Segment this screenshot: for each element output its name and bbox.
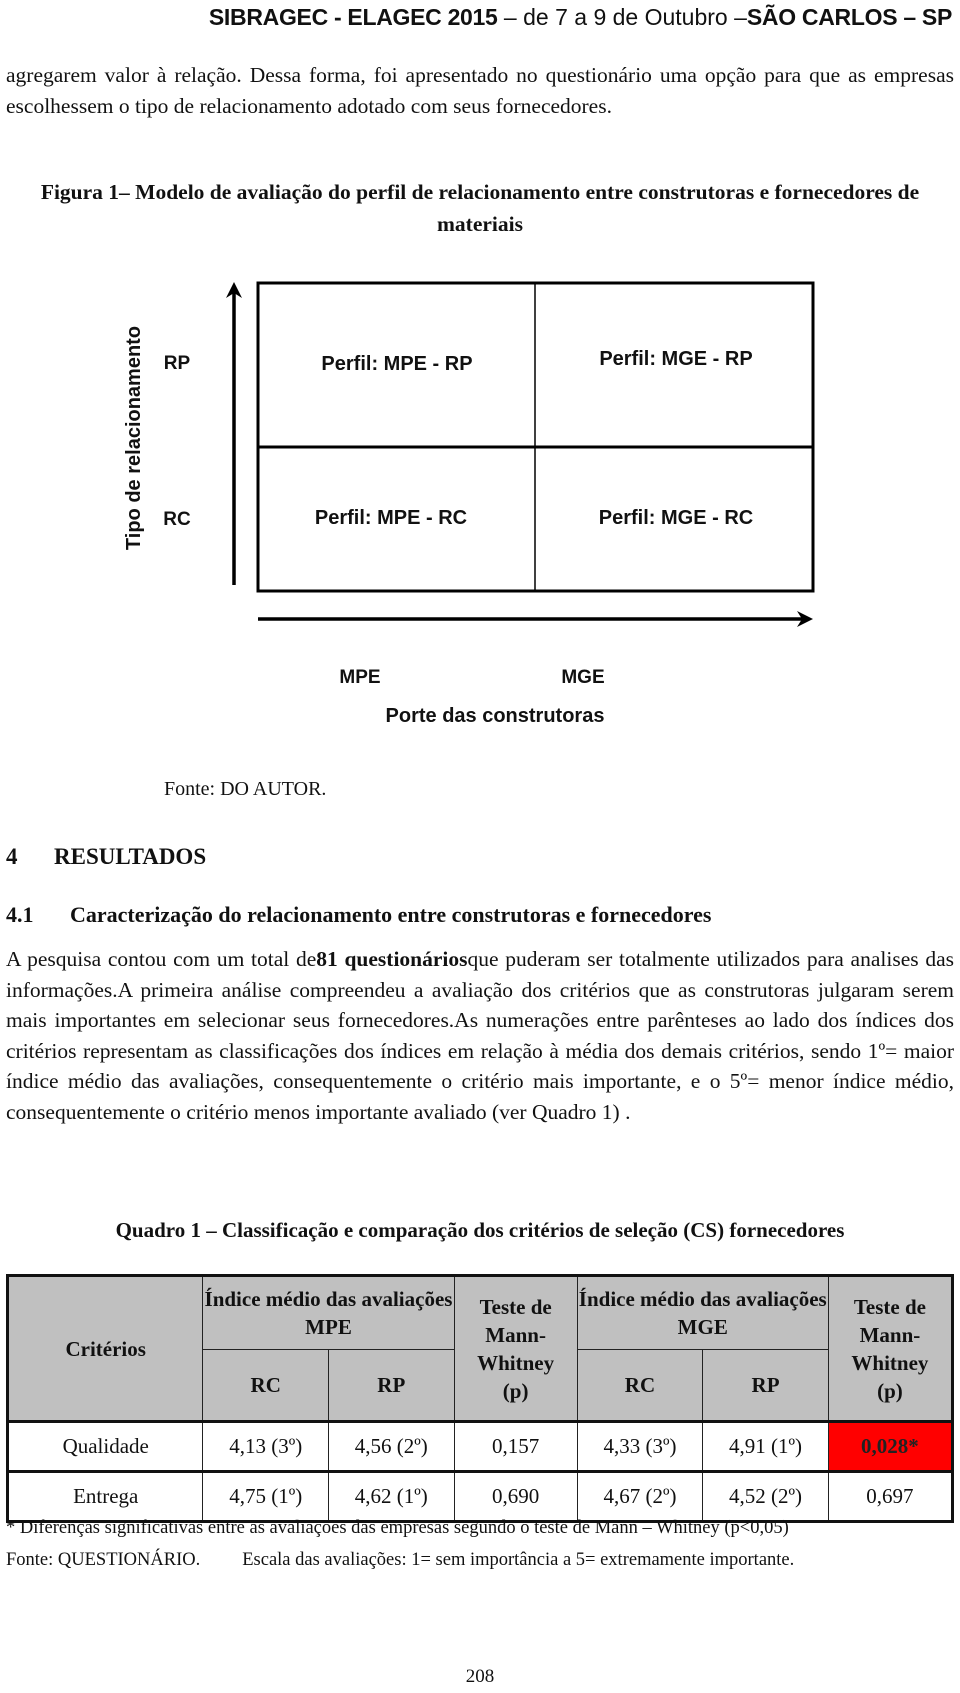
cell-mge-rp: 4,52 (2º) [702, 1470, 829, 1522]
results-paragraph: A pesquisa contou com um total de81 ques… [6, 944, 954, 1127]
header-location: SÃO CARLOS – SP [746, 4, 952, 30]
quadrant-label-mge-rc: Perfil: MGE - RC [599, 507, 753, 529]
subsection-title: Caracterização do relacionamento entre c… [70, 902, 712, 927]
intro-paragraph: agregarem valor à relação. Dessa forma, … [6, 63, 954, 118]
figure-source: Fonte: DO AUTOR. [164, 778, 327, 800]
x-axis-label: Porte das construtoras [386, 705, 605, 727]
results-text-end: que puderam ser totalmente utilizados pa… [6, 947, 954, 1124]
table-source-line: Fonte: QUESTIONÁRIO. Escala das avaliaçõe… [6, 1550, 794, 1571]
results-text-bold: 81 questionários [316, 947, 468, 971]
figure-caption: Figura 1– Modelo de avaliação do perfil … [40, 180, 920, 236]
cell-criterio: Entrega [6, 1470, 204, 1522]
cell-mge-p-significant: 0,028* [827, 1420, 954, 1472]
header-mpe-rc: RC [202, 1349, 329, 1422]
x-tick-mge: MGE [561, 667, 604, 688]
rating-scale: Escala das avaliações: 1= sem importânci… [242, 1550, 795, 1570]
cell-mpe-p: 0,690 [453, 1470, 578, 1522]
mw-p-label: (p) [877, 1378, 903, 1403]
header-criterios: Critérios [6, 1275, 204, 1422]
mw-p-label: (p) [502, 1378, 529, 1403]
cell-criterio: Qualidade [6, 1420, 204, 1472]
y-tick-rc: RC [163, 509, 191, 530]
mw-label: Teste de Mann-Whitney [477, 1294, 555, 1375]
quadrant-label-mpe-rc: Perfil: MPE - RC [315, 507, 467, 529]
header-mge-rp: RP [702, 1349, 829, 1422]
running-header: SIBRAGEC - ELAGEC 2015 – de 7 a 9 de Out… [209, 0, 952, 34]
header-event: SIBRAGEC - ELAGEC 2015 [208, 4, 498, 30]
section-heading: 4 RESULTADOS [6, 844, 206, 870]
header-dates: – de 7 a 9 de Outubro – [497, 4, 747, 30]
table-row: Entrega 4,75 (1º) 4,62 (1º) 0,690 4,67 (… [6, 1470, 954, 1522]
x-tick-mpe: MPE [339, 667, 380, 688]
section-number: 4 [6, 844, 18, 869]
cell-mge-rc: 4,67 (2º) [576, 1470, 704, 1522]
header-mge-rc: RC [576, 1349, 704, 1422]
quadro-title: Quadro 1 – Classificação e comparação do… [115, 1218, 845, 1242]
header-mpe-rp: RP [328, 1349, 455, 1422]
subsection-number: 4.1 [6, 902, 34, 927]
table-footnote: * Diferenças significativas entre as ava… [6, 1518, 789, 1538]
section-title: RESULTADOS [54, 844, 207, 869]
table-row: Qualidade 4,13 (3º) 4,56 (2º) 0,157 4,33… [6, 1420, 954, 1472]
cell-mge-p: 0,697 [827, 1470, 954, 1522]
quadro-1-table: Critérios Índice médio das avaliações MP… [6, 1274, 954, 1523]
header-mpe-group: Índice médio das avaliações MPE [202, 1275, 455, 1350]
cell-mpe-rp: 4,56 (2º) [328, 1420, 455, 1472]
mw-label: Teste de Mann-Whitney [851, 1294, 929, 1375]
header-mge-mann-whitney: Teste de Mann-Whitney (p) [827, 1275, 954, 1422]
cell-mge-rp: 4,91 (1º) [702, 1420, 829, 1472]
y-axis-label: Tipo de relacionamento [123, 326, 145, 550]
figure-1-diagram: Perfil: MPE - RP Perfil: MGE - RP Perfil… [120, 270, 820, 740]
header-mpe-mann-whitney: Teste de Mann-Whitney (p) [453, 1275, 578, 1422]
subsection-heading: 4.1 Caracterização do relacionamento entr… [6, 902, 711, 928]
cell-mpe-rp: 4,62 (1º) [328, 1470, 455, 1522]
page-number: 208 [465, 1666, 495, 1687]
cell-mge-rc: 4,33 (3º) [576, 1420, 704, 1472]
cell-mpe-rc: 4,13 (3º) [202, 1420, 329, 1472]
results-text-start: A pesquisa contou com um total de [6, 947, 317, 971]
cell-mpe-rc: 4,75 (1º) [202, 1470, 329, 1522]
quadrant-label-mpe-rp: Perfil: MPE - RP [321, 353, 472, 375]
y-tick-rp: RP [164, 353, 191, 374]
quadrant-label-mge-rp: Perfil: MGE - RP [599, 348, 752, 370]
table-source: Fonte: QUESTIONÁRIO. [6, 1550, 201, 1570]
header-mge-group: Índice médio das avaliações MGE [576, 1275, 829, 1350]
cell-mpe-p: 0,157 [453, 1420, 578, 1472]
